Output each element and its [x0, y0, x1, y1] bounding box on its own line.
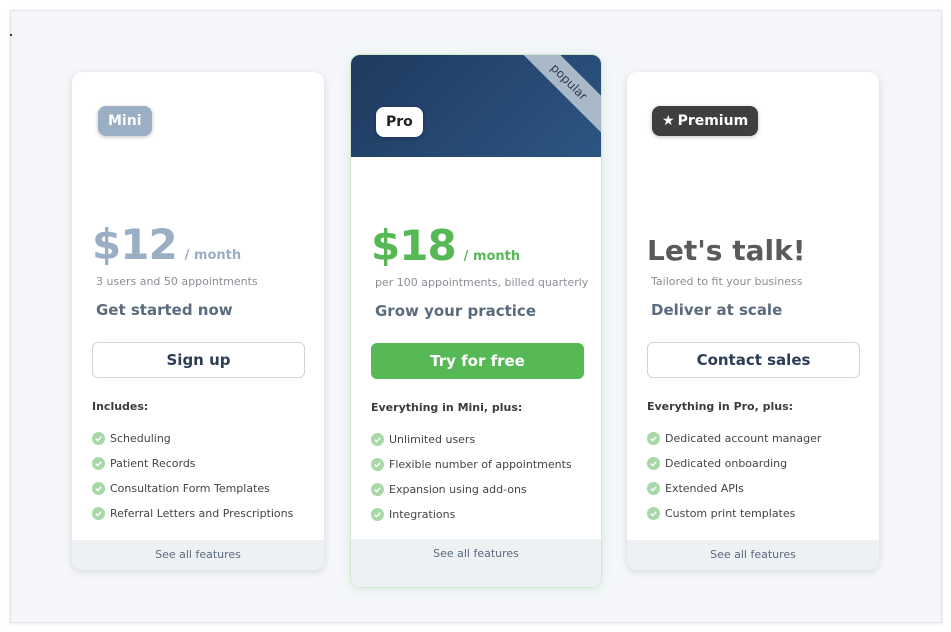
check-icon	[371, 508, 384, 521]
check-icon	[371, 483, 384, 496]
price-row-pro: $18 / month	[371, 221, 520, 270]
try-for-free-button[interactable]: Try for free	[371, 343, 584, 379]
pro-header-banner: popular	[351, 55, 601, 157]
subline-pro: per 100 appointments, billed quarterly	[375, 276, 589, 289]
see-all-features-link-mini[interactable]: See all features	[72, 540, 324, 570]
check-icon	[92, 457, 105, 470]
plan-badge-premium: ★ Premium	[652, 106, 759, 136]
list-item: Extended APIs	[647, 476, 821, 501]
list-item: Dedicated account manager	[647, 426, 821, 451]
includes-label-pro: Everything in Mini, plus:	[371, 401, 523, 414]
list-item: Expansion using add-ons	[371, 477, 572, 502]
check-icon	[92, 482, 105, 495]
see-all-features-link-premium[interactable]: See all features	[627, 540, 879, 570]
check-icon	[647, 457, 660, 470]
popular-ribbon: popular	[517, 55, 601, 134]
list-item: Integrations	[371, 502, 572, 527]
feature-label: Unlimited users	[389, 433, 476, 446]
plan-badge-pro: Pro	[376, 107, 423, 137]
list-item: Patient Records	[92, 451, 293, 476]
check-icon	[92, 432, 105, 445]
check-icon	[647, 507, 660, 520]
feature-label: Dedicated account manager	[665, 432, 822, 445]
feature-label: Extended APIs	[665, 482, 744, 495]
period-mini: / month	[184, 248, 242, 263]
price-pro: $18	[371, 221, 457, 270]
feature-label: Scheduling	[110, 432, 171, 445]
check-icon	[371, 458, 384, 471]
list-item: Flexible number of appointments	[371, 452, 572, 477]
subline-premium: Tailored to fit your business	[651, 275, 803, 288]
list-item: Consultation Form Templates	[92, 476, 293, 501]
feature-label: Flexible number of appointments	[389, 458, 572, 471]
feature-list-mini: Scheduling Patient Records Consultation …	[92, 426, 293, 526]
sign-up-button[interactable]: Sign up	[92, 342, 305, 378]
tagline-mini: Get started now	[96, 301, 233, 319]
plan-card-mini: Mini $12 / month 3 users and 50 appointm…	[72, 72, 324, 570]
price-mini: $12	[92, 220, 178, 269]
list-item: Referral Letters and Prescriptions	[92, 501, 293, 526]
feature-label: Patient Records	[110, 457, 196, 470]
feature-label: Dedicated onboarding	[665, 457, 788, 470]
check-icon	[92, 507, 105, 520]
feature-label: Consultation Form Templates	[110, 482, 270, 495]
contact-sales-button[interactable]: Contact sales	[647, 342, 860, 378]
includes-label-premium: Everything in Pro, plus:	[647, 400, 794, 413]
feature-label: Integrations	[389, 508, 456, 521]
stray-dot	[10, 34, 12, 36]
check-icon	[647, 482, 660, 495]
plan-card-premium: ★ Premium Let's talk! Tailored to fit you…	[627, 72, 879, 570]
feature-label: Custom print templates	[665, 507, 796, 520]
feature-label: Expansion using add-ons	[389, 483, 527, 496]
list-item: Dedicated onboarding	[647, 451, 821, 476]
subline-mini: 3 users and 50 appointments	[96, 275, 258, 288]
feature-list-pro: Unlimited users Flexible number of appoi…	[371, 427, 572, 527]
plan-badge-mini: Mini	[98, 106, 152, 136]
see-all-features-link-pro[interactable]: See all features	[351, 539, 601, 587]
plan-badge-premium-label: Premium	[677, 113, 749, 129]
list-item: Custom print templates	[647, 501, 821, 526]
feature-list-premium: Dedicated account manager Dedicated onbo…	[647, 426, 821, 526]
period-pro: / month	[463, 249, 521, 264]
tagline-pro: Grow your practice	[375, 302, 537, 320]
list-item: Unlimited users	[371, 427, 572, 452]
plan-card-pro: popular Pro $18 / month per 100 appointm…	[350, 54, 602, 588]
tagline-premium: Deliver at scale	[651, 301, 783, 319]
check-icon	[647, 432, 660, 445]
list-item: Scheduling	[92, 426, 293, 451]
check-icon	[371, 433, 384, 446]
price-premium: Let's talk!	[647, 234, 806, 267]
includes-label-mini: Includes:	[92, 400, 149, 413]
star-icon: ★	[662, 113, 675, 129]
price-row-mini: $12 / month	[92, 220, 241, 269]
feature-label: Referral Letters and Prescriptions	[110, 507, 294, 520]
